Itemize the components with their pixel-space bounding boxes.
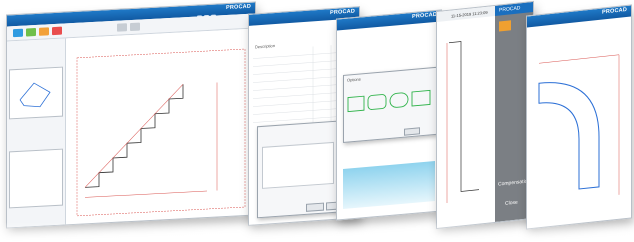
panel-header: PROCAD [495,1,533,16]
panel-logo: PROCAD [499,5,521,14]
preview-thumbnail[interactable] [9,66,63,120]
vertical-drawing [446,41,479,204]
product-showcase: PROCAD PROCAD Description PROCAD Options… [0,0,634,242]
preview-strip [343,160,435,210]
tool-buttons [499,18,529,121]
ribbon-tile-view[interactable] [52,26,62,36]
window-curve: PROCAD [526,4,632,230]
window-compensation: 11-15-2019 11:23:09 PROCAD Compensation … [436,0,534,230]
window-staircase: PROCAD [6,1,256,229]
shape-option-3 [389,92,409,108]
drawing-canvas-staircase[interactable] [67,28,253,223]
layer-list[interactable] [9,148,63,209]
ribbon-tile-tools[interactable] [117,23,127,32]
app-logo: PROCAD [225,3,251,12]
ok-button[interactable] [404,127,420,136]
shape-dialog: Options [343,66,437,144]
title-bar: PROCAD [527,5,631,28]
staircase-drawing [76,48,246,217]
ribbon-tile-file[interactable] [26,27,36,37]
window-shapes: PROCAD Options [336,9,442,221]
dialog-list[interactable] [262,141,334,189]
dialog-title: Options [347,76,361,83]
ribbon-tile-home[interactable] [13,28,23,38]
shape-gallery[interactable] [344,80,436,128]
timestamp: 11-15-2019 11:23:09 [451,9,488,19]
app-logo: PROCAD [601,6,627,16]
shape-option-1 [347,95,365,113]
ribbon-tile-edit[interactable] [39,27,49,36]
curve-drawing [538,54,620,195]
close-label[interactable]: Close [505,200,518,207]
drawing-canvas-curve[interactable] [529,33,627,225]
preview-drawing [19,82,51,108]
left-panel [7,38,66,228]
shape-option-2 [367,94,387,110]
ok-button[interactable] [306,202,324,212]
drawing-canvas-vertical[interactable] [439,18,493,224]
tool-highlight-icon[interactable] [499,20,511,32]
toolbar-icons [197,6,221,21]
shape-option-4 [411,89,431,107]
app-logo: PROCAD [329,8,355,17]
ribbon-tile-draw[interactable] [130,22,140,32]
app-logo: PROCAD [411,11,437,20]
reflection-overlay [0,222,634,242]
